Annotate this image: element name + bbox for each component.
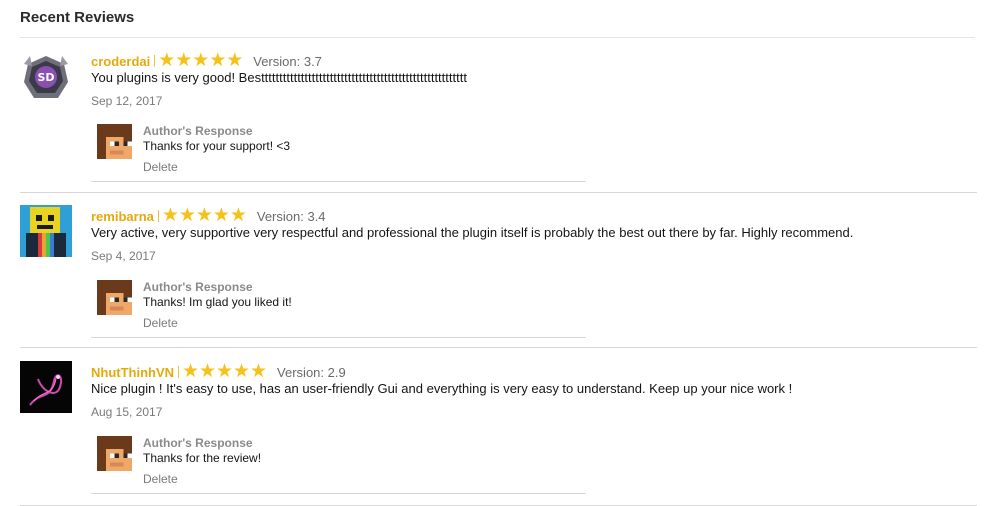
star-icon: ★ [250, 361, 268, 382]
username-link[interactable]: remibarna [91, 209, 154, 224]
review-text: You plugins is very good! Besttttttttttt… [91, 70, 467, 85]
star-icon: ★ [199, 361, 217, 382]
delete-response-link[interactable]: Delete [143, 160, 178, 174]
review-item: remibarna ★ ★ ★ ★ ★ Version: 3.4 Very ac… [20, 193, 977, 348]
response-title: Author's Response [143, 436, 253, 450]
avatar[interactable] [20, 205, 72, 257]
review-item: NhutThinhVN ★ ★ ★ ★ ★ Version: 2.9 Nice … [20, 349, 977, 506]
review-text: Very active, very supportive very respec… [91, 225, 854, 240]
username-link[interactable]: croderdai [91, 54, 150, 69]
response-text: Thanks for your support! <3 [143, 139, 291, 153]
star-icon: ★ [178, 205, 196, 226]
author-avatar[interactable] [97, 280, 132, 315]
response-title: Author's Response [143, 280, 253, 294]
page-title: Recent Reviews [20, 9, 135, 26]
review-item: SD croderdai ★ ★ ★ ★ ★ Version: 3.7 You … [20, 38, 977, 193]
review-text: Nice plugin ! It's easy to use, has an u… [91, 381, 793, 396]
avatar[interactable]: SD [20, 52, 72, 104]
delete-response-link[interactable]: Delete [143, 472, 178, 486]
rating-stars: ★ ★ ★ ★ ★ [157, 205, 247, 226]
response-title: Author's Response [143, 124, 253, 138]
review-header: NhutThinhVN ★ ★ ★ ★ ★ Version: 2.9 [91, 361, 346, 382]
star-icon: ★ [226, 50, 244, 71]
star-icon: ★ [182, 361, 200, 382]
rating-stars: ★ ★ ★ ★ ★ [178, 361, 268, 382]
review-date[interactable]: Aug 15, 2017 [91, 405, 162, 419]
response-text: Thanks! Im glad you liked it! [143, 295, 292, 309]
version-label: Version: 2.9 [277, 364, 346, 380]
response-divider [91, 181, 586, 182]
author-avatar[interactable] [97, 436, 132, 471]
version-label: Version: 3.7 [253, 53, 322, 69]
avatar[interactable] [20, 361, 72, 413]
star-icon: ★ [233, 361, 251, 382]
review-header: remibarna ★ ★ ★ ★ ★ Version: 3.4 [91, 205, 326, 226]
review-date[interactable]: Sep 12, 2017 [91, 94, 162, 108]
review-date[interactable]: Sep 4, 2017 [91, 249, 156, 263]
star-icon: ★ [212, 205, 230, 226]
delete-response-link[interactable]: Delete [143, 316, 178, 330]
rating-stars: ★ ★ ★ ★ ★ [154, 50, 244, 71]
svg-text:SD: SD [37, 71, 54, 84]
username-link[interactable]: NhutThinhVN [91, 365, 174, 380]
star-icon: ★ [216, 361, 234, 382]
response-divider [91, 337, 586, 338]
star-icon: ★ [161, 205, 179, 226]
star-icon: ★ [158, 50, 176, 71]
star-icon: ★ [229, 205, 247, 226]
review-header: croderdai ★ ★ ★ ★ ★ Version: 3.7 [91, 50, 322, 71]
author-response: Author's Response Thanks for the review!… [91, 432, 586, 494]
author-response: Author's Response Thanks for your suppor… [91, 120, 586, 182]
review-divider [20, 347, 977, 348]
recent-reviews-panel: Recent Reviews SD croderdai ★ ★ ★ ★ ★ Ve… [0, 0, 996, 506]
star-icon: ★ [195, 205, 213, 226]
response-text: Thanks for the review! [143, 451, 262, 465]
author-response: Author's Response Thanks! Im glad you li… [91, 276, 586, 338]
response-divider [91, 493, 586, 494]
star-icon: ★ [175, 50, 193, 71]
author-avatar[interactable] [97, 124, 132, 159]
star-icon: ★ [209, 50, 227, 71]
star-icon: ★ [192, 50, 210, 71]
version-label: Version: 3.4 [256, 208, 326, 224]
